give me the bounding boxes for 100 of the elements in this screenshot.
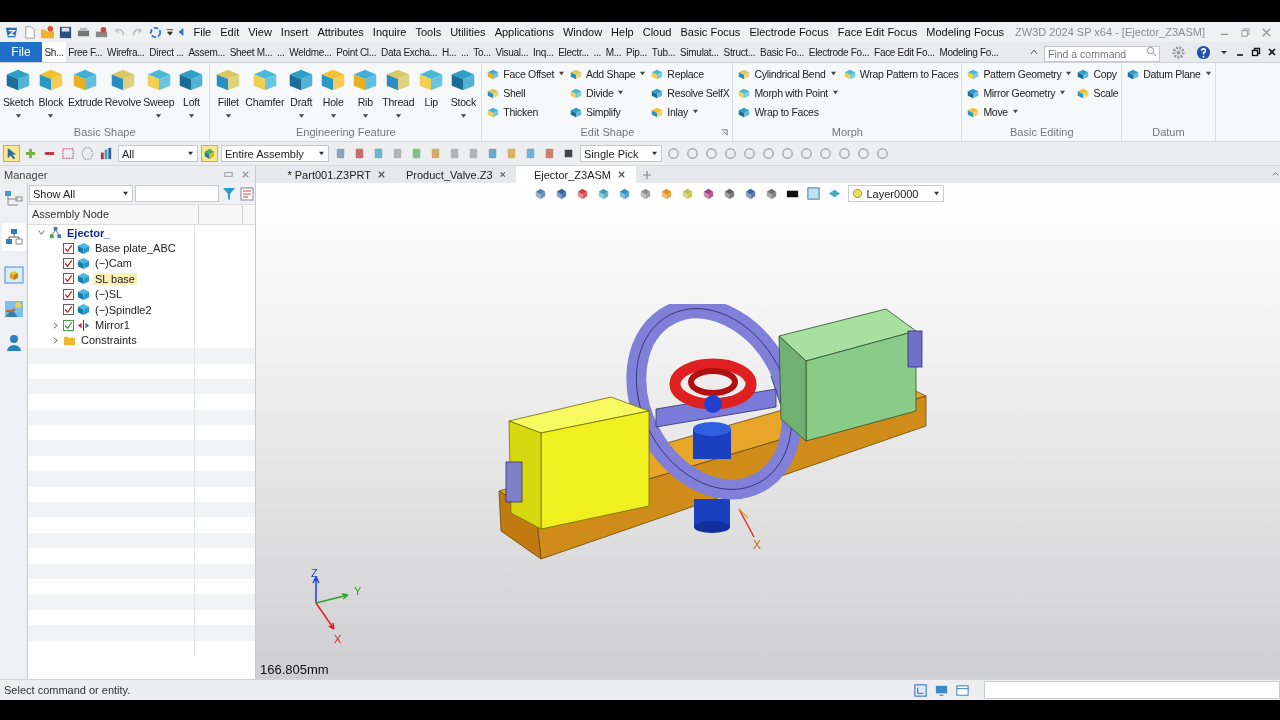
filter-dropdown[interactable]: All bbox=[118, 145, 198, 162]
ribbon-tool-button[interactable]: Hole bbox=[317, 65, 350, 126]
ribbon-tab[interactable]: Inq... bbox=[530, 42, 556, 62]
ribbon-tab[interactable]: Direct ... bbox=[146, 42, 186, 62]
document-tab[interactable]: Product_Valve.Z3 bbox=[396, 166, 516, 183]
panel-title: Manager bbox=[4, 168, 48, 181]
ribbon-tab[interactable]: Assem... bbox=[186, 42, 228, 62]
menu-item[interactable]: Applications bbox=[490, 22, 559, 42]
menu-item[interactable]: Help bbox=[606, 22, 639, 42]
ribbon-tool-button[interactable]: Cylindrical Bend bbox=[736, 65, 840, 82]
ribbon-tool-button[interactable]: Draft bbox=[285, 65, 318, 126]
axis-label: X bbox=[753, 538, 761, 552]
ribbon-tab[interactable]: Modeling Fo... bbox=[937, 42, 1001, 62]
ribbon-tool-button[interactable]: Stock bbox=[447, 65, 480, 126]
ribbon-tool-button[interactable]: Inlay bbox=[649, 103, 731, 120]
menu-item[interactable]: Utilities bbox=[445, 22, 491, 42]
ribbon-tool-button[interactable]: Loft bbox=[175, 65, 208, 126]
ribbon-tool-button[interactable]: Move bbox=[965, 103, 1074, 120]
ribbon-tool-button[interactable]: Morph with Point bbox=[736, 84, 840, 101]
ribbon-tool-button[interactable]: Replace bbox=[649, 65, 731, 82]
menu-item[interactable]: View bbox=[243, 22, 277, 42]
ribbon-tool-button[interactable]: Datum Plane bbox=[1125, 65, 1213, 82]
menu-item[interactable]: Basic Focus bbox=[675, 22, 745, 42]
scale-readout: 166.805mm bbox=[260, 662, 329, 677]
ribbon-tab[interactable]: Data Excha... bbox=[378, 42, 440, 62]
ribbon-tool-button[interactable]: Divide bbox=[568, 84, 648, 101]
ribbon-tool-button[interactable]: Mirror Geometry bbox=[965, 84, 1074, 101]
tree-item[interactable]: Constraints bbox=[79, 334, 139, 347]
ribbon-tool-button[interactable]: Rib bbox=[349, 65, 382, 126]
menu-item[interactable]: Cloud bbox=[638, 22, 676, 42]
ribbon-tab[interactable]: ... bbox=[458, 42, 471, 62]
ribbon-tab[interactable]: M... bbox=[603, 42, 624, 62]
file-button[interactable]: File bbox=[0, 42, 42, 62]
layer-dropdown[interactable]: Layer0000 bbox=[847, 185, 944, 202]
menu-item[interactable]: Edit bbox=[215, 22, 244, 42]
window-title: ZW3D 2024 SP x64 - [Ejector_Z3ASM] bbox=[1015, 26, 1205, 38]
ribbon-tab[interactable]: To... bbox=[470, 42, 494, 62]
ribbon-tool-button[interactable]: Shell bbox=[485, 84, 567, 101]
ribbon-group-title: Morph bbox=[830, 126, 864, 140]
ribbon-tab[interactable]: Sh... bbox=[42, 42, 66, 62]
tree-item[interactable]: Ejector_ bbox=[65, 226, 113, 239]
menu-item[interactable]: Insert bbox=[276, 22, 313, 42]
ribbon-tab[interactable]: Face Edit Fo... bbox=[871, 42, 937, 62]
ribbon-tool-button[interactable]: Copy bbox=[1075, 65, 1120, 82]
ribbon-tool-button[interactable]: Simplify bbox=[568, 103, 648, 120]
ribbon-tool-button[interactable]: Revolve bbox=[103, 65, 143, 126]
document-tab[interactable]: * Part001.Z3PRT bbox=[276, 166, 396, 183]
menu-item[interactable]: Window bbox=[558, 22, 607, 42]
ribbon-tool-button[interactable]: Add Shape bbox=[568, 65, 648, 82]
ribbon-tab[interactable]: Weldme... bbox=[286, 42, 334, 62]
document-tab[interactable]: Ejector_Z3ASM bbox=[516, 166, 636, 183]
ribbon-tool-button[interactable]: Chamfer bbox=[244, 65, 286, 126]
ribbon-tab[interactable]: Sheet M... bbox=[227, 42, 275, 62]
ribbon-tab[interactable]: Wirefra... bbox=[104, 42, 147, 62]
pick-mode-dropdown[interactable]: Single Pick bbox=[580, 145, 662, 162]
ribbon-tool-button[interactable]: Sketch bbox=[2, 65, 35, 126]
ribbon-tool-button[interactable]: Lip bbox=[415, 65, 448, 126]
ribbon-tab[interactable]: Struct... bbox=[721, 42, 758, 62]
ribbon-tool-button[interactable]: Extrude bbox=[66, 65, 104, 126]
menu-item[interactable]: Modeling Focus bbox=[921, 22, 1009, 42]
ribbon-tab[interactable]: Point Cl... bbox=[333, 42, 379, 62]
menu-item[interactable]: Face Edit Focus bbox=[833, 22, 922, 42]
ribbon-tab[interactable]: Electrode Fo... bbox=[806, 42, 872, 62]
command-search-field[interactable]: Find a command bbox=[1044, 46, 1160, 62]
ribbon-tool-button[interactable]: Block bbox=[34, 65, 67, 126]
ribbon-tool-button[interactable]: Wrap to Faces bbox=[736, 103, 840, 120]
ribbon-tab[interactable]: H... bbox=[439, 42, 459, 62]
tree-item[interactable]: (−)SL bbox=[93, 288, 125, 301]
ribbon-tab[interactable]: Tub... bbox=[649, 42, 678, 62]
ribbon-tool-button[interactable]: Sweep bbox=[142, 65, 176, 126]
ribbon-tab[interactable]: Simulat... bbox=[677, 42, 722, 62]
ribbon-tab[interactable]: Free F... bbox=[65, 42, 105, 62]
scope-dropdown[interactable]: Entire Assembly bbox=[221, 145, 329, 162]
tree-item[interactable]: Base plate_ABC bbox=[93, 242, 178, 255]
tree-item[interactable]: (−)Cam bbox=[93, 257, 134, 270]
show-filter-dropdown[interactable]: Show All bbox=[29, 185, 133, 202]
tree-item[interactable]: SL base bbox=[93, 272, 137, 285]
menu-item[interactable]: Attributes bbox=[312, 22, 369, 42]
ribbon-tool-button[interactable]: Pattern Geometry bbox=[965, 65, 1074, 82]
menu-item[interactable]: Inquire bbox=[368, 22, 411, 42]
ribbon-tool-button[interactable]: Resolve SelfX bbox=[649, 84, 731, 101]
axis-label: Z bbox=[311, 567, 318, 579]
ribbon-tab[interactable]: Basic Fo... bbox=[757, 42, 807, 62]
ribbon-tab[interactable]: ... bbox=[274, 42, 287, 62]
ribbon-tool-button[interactable]: Fillet bbox=[212, 65, 245, 126]
ribbon-tool-button[interactable]: Thicken bbox=[485, 103, 567, 120]
menu-item[interactable]: File bbox=[189, 22, 216, 42]
tree-item[interactable]: Mirror1 bbox=[93, 319, 132, 332]
ribbon-tool-button[interactable]: Wrap Pattern to Faces bbox=[841, 65, 960, 82]
ribbon-tool-button[interactable]: Face Offset bbox=[485, 65, 567, 82]
ribbon-tab[interactable]: Electr... bbox=[555, 42, 592, 62]
menu-item[interactable]: Electrode Focus bbox=[744, 22, 834, 42]
menu-item[interactable]: Tools bbox=[411, 22, 446, 42]
ribbon-tab[interactable]: Visual... bbox=[493, 42, 531, 62]
tree-item[interactable]: (−)Spindle2 bbox=[93, 303, 154, 316]
ribbon-tab[interactable]: Pip... bbox=[623, 42, 650, 62]
ribbon-tool-button[interactable]: Thread bbox=[381, 65, 416, 126]
ribbon-tab[interactable]: ... bbox=[591, 42, 604, 62]
ribbon-tool-button[interactable]: Scale bbox=[1075, 84, 1120, 101]
ribbon-group-title: Basic Shape bbox=[72, 126, 137, 140]
